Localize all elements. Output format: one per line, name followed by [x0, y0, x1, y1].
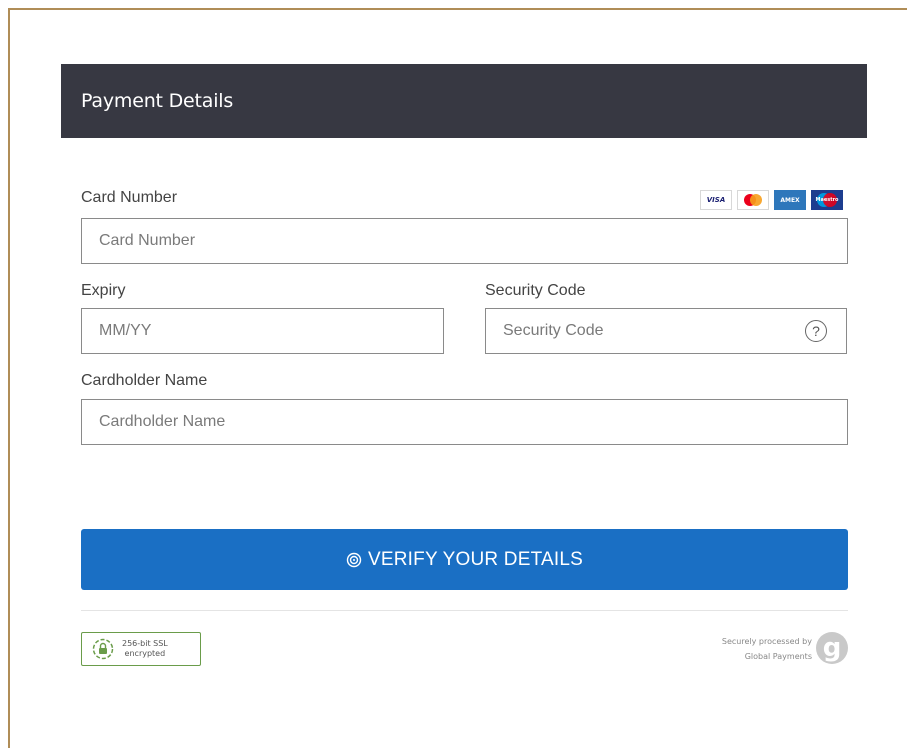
cardholder-name-input[interactable] [81, 399, 848, 445]
logo-letter: g [822, 633, 842, 663]
lock-icon [92, 638, 114, 660]
secure-processing-notice: Securely processed by Global Payments g [690, 630, 850, 670]
mastercard-circles [744, 194, 762, 206]
fingerprint-icon [346, 552, 362, 567]
question-mark-icon: ? [805, 320, 827, 342]
mastercard-icon [737, 190, 769, 210]
amex-icon: AMEX [774, 190, 806, 210]
maestro-icon: Maestro [811, 190, 843, 210]
amex-text: AMEX [780, 196, 800, 204]
verify-button-label: VERIFY YOUR DETAILS [368, 548, 583, 570]
visa-icon: VISA [700, 190, 732, 210]
help-glyph: ? [812, 323, 820, 339]
ssl-line-2: encrypted [124, 649, 166, 658]
secure-text: Securely processed by Global Payments [722, 634, 812, 664]
footer-divider [81, 610, 848, 611]
visa-text: VISA [706, 196, 726, 204]
cardholder-name-label: Cardholder Name [81, 372, 208, 389]
page-title: Payment Details [81, 90, 234, 112]
ssl-text: 256-bit SSL encrypted [122, 639, 168, 659]
secure-line-1: Securely processed by [721, 637, 812, 646]
card-logos: VISA AMEX Maestro [700, 188, 843, 212]
security-code-label: Security Code [485, 282, 586, 299]
expiry-input[interactable] [81, 308, 444, 354]
expiry-label: Expiry [81, 282, 126, 299]
card-number-label: Card Number [81, 189, 178, 206]
secure-line-2: Global Payments [744, 652, 812, 661]
verify-details-button[interactable]: VERIFY YOUR DETAILS [81, 529, 848, 590]
card-number-input[interactable] [81, 218, 848, 264]
security-code-input[interactable] [485, 308, 787, 354]
security-code-help-button[interactable]: ? [786, 308, 847, 354]
ssl-badge: 256-bit SSL encrypted [81, 632, 201, 666]
payment-details-header: Payment Details [61, 64, 867, 138]
maestro-text: Maestro [815, 197, 839, 203]
ssl-line-1: 256-bit SSL [122, 639, 168, 648]
global-payments-logo: g [816, 632, 848, 664]
